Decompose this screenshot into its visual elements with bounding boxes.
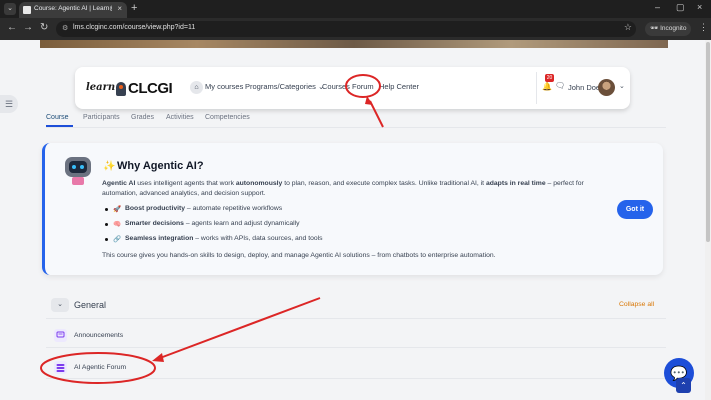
collapse-section-icon[interactable]: ⌄ [51, 298, 69, 312]
close-tab-icon[interactable]: × [117, 4, 122, 13]
back-icon[interactable]: ← [7, 22, 17, 33]
nav-forum[interactable]: Forum [352, 82, 374, 91]
info-title: Why Agentic AI? [117, 160, 204, 172]
sparkle-icon: ✨ [103, 161, 116, 172]
forum-icon [54, 329, 67, 342]
course-section-general: ⌄ General Collapse all Announcements AI … [46, 295, 666, 400]
scroll-thumb[interactable] [706, 42, 710, 242]
tab-course[interactable]: Course [46, 114, 69, 121]
divider [46, 347, 666, 348]
course-banner-image [40, 40, 668, 48]
home-icon[interactable]: ⌂ [190, 81, 203, 94]
minimize-icon[interactable]: – [655, 2, 660, 12]
section-title[interactable]: General [74, 300, 106, 310]
url-text: lms.clcginc.com/course/view.php?id=11 [73, 24, 196, 31]
restore-icon[interactable]: ▢ [676, 2, 685, 13]
logo-learn-text: learn [86, 82, 116, 93]
info-paragraph: Agentic AI uses intelligent agents that … [102, 180, 584, 197]
activity-announcements[interactable]: Announcements [74, 332, 123, 339]
address-bar[interactable]: ⚙ lms.clcginc.com/course/view.php?id=11 … [56, 21, 636, 37]
logo-figure-icon [116, 82, 126, 96]
tab-competencies[interactable]: Competencies [205, 114, 250, 121]
site-navbar: learn CLCGI ⌂ My courses Programs/Catego… [75, 67, 630, 109]
course-index-toggle-icon[interactable]: ☰ [0, 95, 18, 113]
got-it-button[interactable]: Got it [617, 200, 653, 219]
tab-title: Course: Agentic AI | Learn@CLC... [34, 5, 112, 12]
robot-icon [65, 157, 91, 185]
active-tab-indicator [46, 125, 73, 127]
info-callout: ✨ Why Agentic AI? Agentic AI uses intell… [42, 143, 663, 275]
divider [46, 378, 666, 379]
incognito-badge: 🕶 Incognito [645, 22, 692, 36]
list-item: 🔗 Seamless integration – works with APIs… [105, 235, 435, 245]
link-icon: 🔗 [113, 236, 122, 243]
logo-brand-text: CLCGI [128, 80, 173, 97]
notification-count-badge: 20 [545, 74, 554, 82]
chevron-down-icon[interactable]: ⌄ [619, 82, 625, 90]
nav-programs-categories[interactable]: Programs/Categories ⌄ [245, 82, 324, 91]
page-scrollbar[interactable] [705, 40, 711, 400]
favicon-icon [23, 6, 31, 14]
forum-icon [54, 361, 67, 374]
collapse-all-link[interactable]: Collapse all [619, 301, 654, 308]
tab-participants[interactable]: Participants [83, 114, 120, 121]
incognito-label: Incognito [660, 25, 687, 32]
site-info-icon[interactable]: ⚙ [62, 24, 70, 33]
new-tab-icon[interactable]: + [131, 2, 137, 14]
rocket-icon: 🚀 [113, 206, 122, 213]
navbar-divider [536, 72, 537, 104]
reload-icon[interactable]: ↻ [40, 22, 48, 33]
window-close-icon[interactable]: × [697, 2, 702, 12]
tab-search-icon[interactable]: ⌄ [4, 3, 16, 15]
nav-help-center[interactable]: Help Center [379, 82, 419, 91]
forward-icon[interactable]: → [23, 22, 33, 33]
browser-tab[interactable]: Course: Agentic AI | Learn@CLC... × [19, 2, 127, 18]
bookmark-star-icon[interactable]: ☆ [624, 22, 632, 33]
tab-grades[interactable]: Grades [131, 114, 154, 121]
list-item: 🧠 Smarter decisions – agents learn and a… [105, 220, 435, 230]
notification-bell-icon[interactable]: 🔔 [542, 82, 552, 91]
tab-activities[interactable]: Activities [166, 114, 194, 121]
course-secondary-nav: Course Participants Grades Activities Co… [46, 113, 666, 128]
user-name[interactable]: John Doe [568, 83, 600, 92]
activity-ai-agentic-forum[interactable]: AI Agentic Forum [74, 364, 126, 371]
brain-icon: 🧠 [113, 221, 122, 228]
browser-toolbar: ← → ↻ ⚙ lms.clcginc.com/course/view.php?… [0, 18, 711, 40]
browser-menu-icon[interactable]: ⋮ [699, 22, 708, 33]
site-logo[interactable]: learn CLCGI [86, 80, 182, 98]
browser-tab-strip: ⌄ Course: Agentic AI | Learn@CLC... × + … [0, 0, 711, 18]
scroll-to-top-icon[interactable]: ⌃ [676, 378, 691, 393]
list-item: 🚀 Boost productivity – automate repetiti… [105, 205, 435, 215]
messages-icon[interactable]: 🗨 [555, 81, 565, 90]
nav-my-courses[interactable]: My courses [205, 82, 243, 91]
nav-courses[interactable]: Courses [322, 82, 350, 91]
info-footer: This course gives you hands-on skills to… [102, 252, 496, 259]
divider [46, 318, 666, 319]
avatar[interactable] [598, 79, 615, 96]
